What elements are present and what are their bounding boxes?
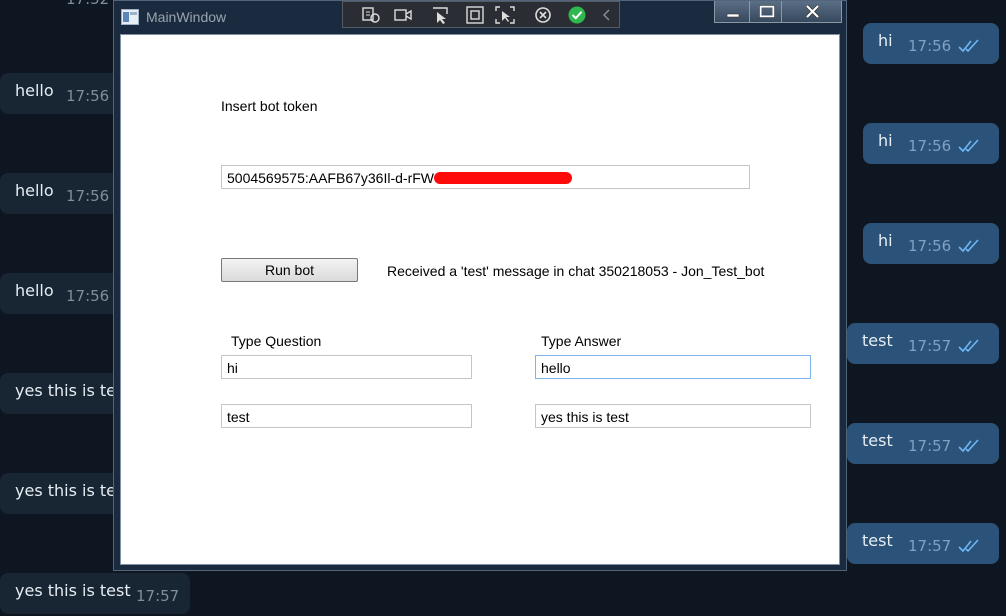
message-time: 17:57 [136, 587, 180, 605]
outgoing-message[interactable]: hi 17:56 [863, 23, 999, 64]
minimize-button[interactable] [714, 1, 750, 23]
debug-toolbar [342, 1, 620, 28]
maximize-button[interactable] [749, 1, 782, 23]
token-value: 5004569575:AAFB67y36Il-d-rFW [227, 170, 434, 186]
message-text: hi [878, 31, 893, 50]
message-time: 17:57 [908, 437, 952, 455]
message-time: 17:56 [66, 287, 110, 305]
incoming-message[interactable]: yes this is tes [0, 473, 124, 514]
question-column-header: Type Question [231, 333, 322, 349]
outgoing-message[interactable]: test 17:57 [847, 323, 999, 364]
incoming-message[interactable]: yes this is tes [0, 373, 124, 414]
message-time: 17:56 [66, 87, 110, 105]
select-element-icon[interactable] [431, 6, 451, 24]
incoming-message[interactable]: hello 17:56 [0, 173, 124, 214]
answer-input[interactable]: yes this is test [535, 404, 811, 428]
message-time-partial: 17:52 [66, 0, 109, 8]
status-ok-icon[interactable] [567, 6, 587, 24]
message-time: 17:56 [908, 37, 952, 55]
incoming-message[interactable]: yes this is test 17:57 [0, 573, 190, 614]
message-text: yes this is tes [15, 381, 125, 400]
message-time: 17:57 [908, 537, 952, 555]
message-text: yes this is tes [15, 481, 125, 500]
message-time: 17:56 [908, 237, 952, 255]
message-time: 17:56 [66, 187, 110, 205]
title-bar[interactable]: MainWindow [114, 1, 846, 33]
live-tree-icon[interactable] [361, 6, 381, 24]
run-bot-button[interactable]: Run bot [221, 258, 358, 282]
message-text: hello [15, 181, 54, 200]
message-time: 17:56 [908, 137, 952, 155]
read-checkmarks-icon [958, 439, 979, 453]
window-app-icon [121, 9, 139, 25]
outgoing-message[interactable]: test 17:57 [847, 423, 999, 464]
read-checkmarks-icon [958, 339, 979, 353]
read-checkmarks-icon [958, 539, 979, 553]
display-layout-icon[interactable] [465, 6, 485, 24]
status-message: Received a 'test' message in chat 350218… [387, 263, 765, 279]
question-input[interactable]: hi [221, 355, 472, 379]
window-title: MainWindow [146, 9, 227, 25]
token-label: Insert bot token [221, 98, 318, 114]
outgoing-message[interactable]: hi 17:56 [863, 223, 999, 264]
outgoing-message[interactable]: hi 17:56 [863, 123, 999, 164]
redaction-mark [434, 172, 572, 185]
track-focus-icon[interactable] [495, 6, 515, 24]
read-checkmarks-icon [958, 139, 979, 153]
message-time: 17:57 [908, 337, 952, 355]
maximize-icon [759, 5, 775, 18]
close-icon [805, 4, 820, 19]
answer-input[interactable]: hello [535, 355, 811, 379]
answer-column-header: Type Answer [541, 333, 622, 349]
incoming-message[interactable]: hello 17:56 [0, 73, 124, 114]
hot-reload-icon[interactable] [533, 6, 553, 24]
message-text: test [862, 331, 893, 350]
message-text: hello [15, 81, 54, 100]
message-text: test [862, 431, 893, 450]
message-text: hello [15, 281, 54, 300]
read-checkmarks-icon [958, 39, 979, 53]
client-area: Insert bot token 5004569575:AAFB67y36Il-… [120, 34, 840, 565]
main-window: MainWindow Insert bot token 5004569575:A… [113, 0, 847, 571]
message-text: hi [878, 231, 893, 250]
read-checkmarks-icon [958, 239, 979, 253]
collapse-toolbar-icon[interactable] [597, 6, 617, 24]
message-text: test [862, 531, 893, 550]
message-text: yes this is test [15, 581, 131, 600]
token-input[interactable]: 5004569575:AAFB67y36Il-d-rFW [221, 165, 750, 189]
record-icon[interactable] [393, 6, 413, 24]
incoming-message[interactable]: hello 17:56 [0, 273, 124, 314]
close-button[interactable] [781, 1, 842, 23]
minimize-icon [726, 13, 740, 18]
message-text: hi [878, 131, 893, 150]
outgoing-message[interactable]: test 17:57 [847, 523, 999, 564]
question-input[interactable]: test [221, 404, 472, 428]
